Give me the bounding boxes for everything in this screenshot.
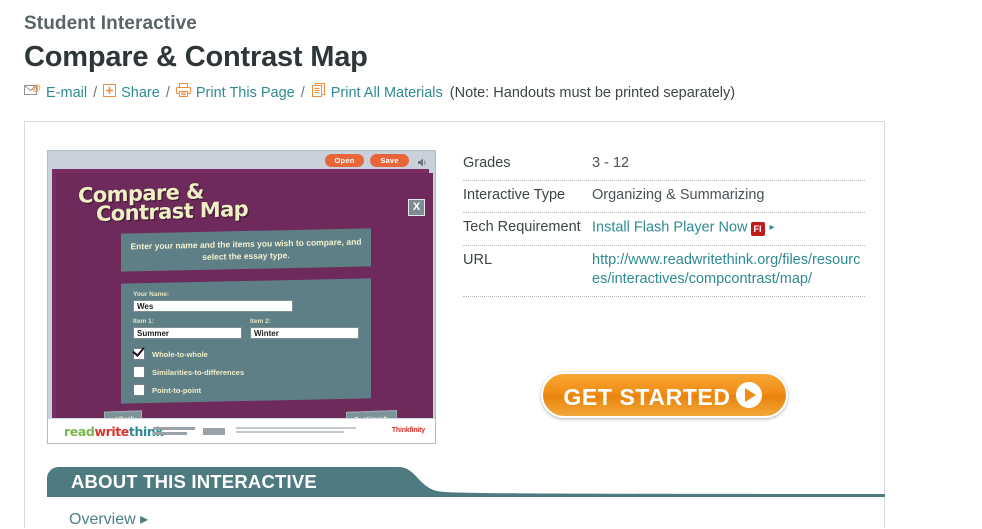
footer-partner-marks [153, 432, 187, 435]
print-all-materials-link[interactable]: Print All Materials [331, 84, 443, 102]
speaker-icon[interactable] [417, 155, 428, 167]
get-started-button[interactable]: GET STARTED [540, 372, 788, 418]
email-link[interactable]: E-mail [46, 84, 87, 102]
readwritethink-logo: readwritethink [64, 424, 164, 439]
about-heading-text: ABOUT THIS INTERACTIVE [71, 471, 317, 492]
preview-item2-label: Item 2: [250, 318, 271, 325]
checkbox-icon[interactable] [133, 384, 145, 396]
metadata-value: 3 - 12 [592, 155, 630, 171]
page-title: Compare & Contrast Map [24, 41, 368, 73]
footer-legal-text [236, 427, 356, 429]
svg-text:@: @ [32, 83, 41, 93]
action-separator-2: / [165, 84, 170, 101]
install-flash-player-link[interactable]: Install Flash Player Now [592, 220, 748, 236]
metadata-table: Grades 3 - 12 Interactive Type Organizin… [463, 152, 865, 297]
preview-option-point-to-point[interactable]: Point-to-point [133, 384, 359, 396]
metadata-value: Organizing & Summarizing [592, 187, 765, 203]
checkbox-icon[interactable] [133, 366, 145, 378]
preview-item-row: Item 1: Summer Item 2: Winter [133, 317, 359, 339]
preview-title-line-2: Contrast Map [96, 196, 249, 227]
preview-close-icon[interactable]: X [408, 199, 425, 216]
preview-name-input[interactable]: Wes [133, 300, 293, 312]
metadata-key: Tech Requirement [463, 219, 581, 235]
footer-legal-text [236, 431, 344, 433]
print-this-page-link[interactable]: Print This Page [196, 84, 295, 102]
metadata-value: Install Flash Player Now Fl ▸ [592, 218, 775, 238]
action-separator-1: / [93, 84, 98, 101]
resource-url-link[interactable]: http://www.readwritethink.org/files/reso… [592, 252, 860, 287]
metadata-key: Grades [463, 155, 511, 171]
preview-form-panel: Your Name: Wes Item 1: Summer Item 2: Wi… [121, 278, 371, 404]
overview-link[interactable]: Overview ▸ [69, 509, 148, 529]
preview-item1-label: Item 1: [133, 318, 154, 325]
page-kicker: Student Interactive [24, 13, 197, 34]
share-link[interactable]: Share [121, 84, 160, 102]
printer-icon [175, 83, 191, 102]
preview-option-whole-to-whole[interactable]: Whole-to-whole [133, 348, 359, 360]
about-section: ABOUT THIS INTERACTIVE Overview ▸ [47, 467, 885, 529]
interactive-preview[interactable]: Open Save Compare & Contrast Map X Enter… [47, 150, 436, 444]
play-arrow-icon [735, 382, 762, 408]
metadata-row-tech-requirement: Tech Requirement Install Flash Player No… [463, 213, 865, 246]
preview-option-label: Whole-to-whole [152, 349, 208, 359]
metadata-row-interactive-type: Interactive Type Organizing & Summarizin… [463, 181, 865, 213]
arrow-right-icon: ▸ [769, 222, 775, 233]
preview-toolbar: Open Save [48, 151, 435, 171]
metadata-key: Interactive Type [463, 187, 566, 203]
metadata-key: URL [463, 251, 493, 268]
preview-name-label: Your Name: [133, 291, 169, 298]
preview-footer: readwritethink Thinkfinity [48, 418, 435, 443]
preview-open-button[interactable]: Open [325, 154, 364, 167]
preview-option-label: Point-to-point [152, 385, 202, 395]
preview-app-title: Compare & Contrast Map [78, 173, 293, 236]
preview-option-label: Similarities-to-differences [152, 367, 245, 377]
checkbox-checked-icon[interactable] [133, 348, 145, 360]
page-header: Student Interactive Compare & Contrast M… [0, 0, 982, 102]
flash-player-icon: Fl [750, 221, 765, 236]
preview-prompt-text: Enter your name and the items you wish t… [121, 228, 371, 272]
preview-item2-input[interactable]: Winter [250, 327, 359, 339]
get-started-label: GET STARTED [563, 384, 731, 410]
footer-ncte-mark [203, 428, 225, 435]
share-plus-icon [103, 83, 117, 102]
thinkfinity-logo: Thinkfinity [391, 427, 425, 434]
preview-essay-type-options: Whole-to-whole Similarities-to-differenc… [133, 348, 359, 396]
about-heading-bar: ABOUT THIS INTERACTIVE [47, 467, 885, 497]
print-note: (Note: Handouts must be printed separate… [449, 84, 736, 101]
content-card: Open Save Compare & Contrast Map X Enter… [24, 121, 885, 528]
action-separator-3: / [300, 84, 305, 101]
metadata-row-url: URL http://www.readwritethink.org/files/… [463, 246, 865, 297]
preview-item1-input[interactable]: Summer [133, 327, 242, 339]
preview-save-button[interactable]: Save [370, 154, 409, 167]
email-icon: @ [24, 83, 41, 102]
get-started-container: GET STARTED [463, 372, 865, 418]
metadata-row-grades: Grades 3 - 12 [463, 152, 865, 181]
footer-partner-marks [153, 427, 195, 430]
action-bar: @ E-mail / Share / Print This Page / Pri… [24, 83, 982, 102]
metadata-value: http://www.readwritethink.org/files/reso… [592, 251, 865, 289]
logo-part-read: read [64, 424, 95, 439]
preview-stage: Compare & Contrast Map X Enter your name… [56, 173, 433, 428]
print-all-pages-icon [311, 83, 326, 102]
preview-option-similarities-to-differences[interactable]: Similarities-to-differences [133, 366, 359, 378]
logo-part-write: write [94, 424, 129, 439]
